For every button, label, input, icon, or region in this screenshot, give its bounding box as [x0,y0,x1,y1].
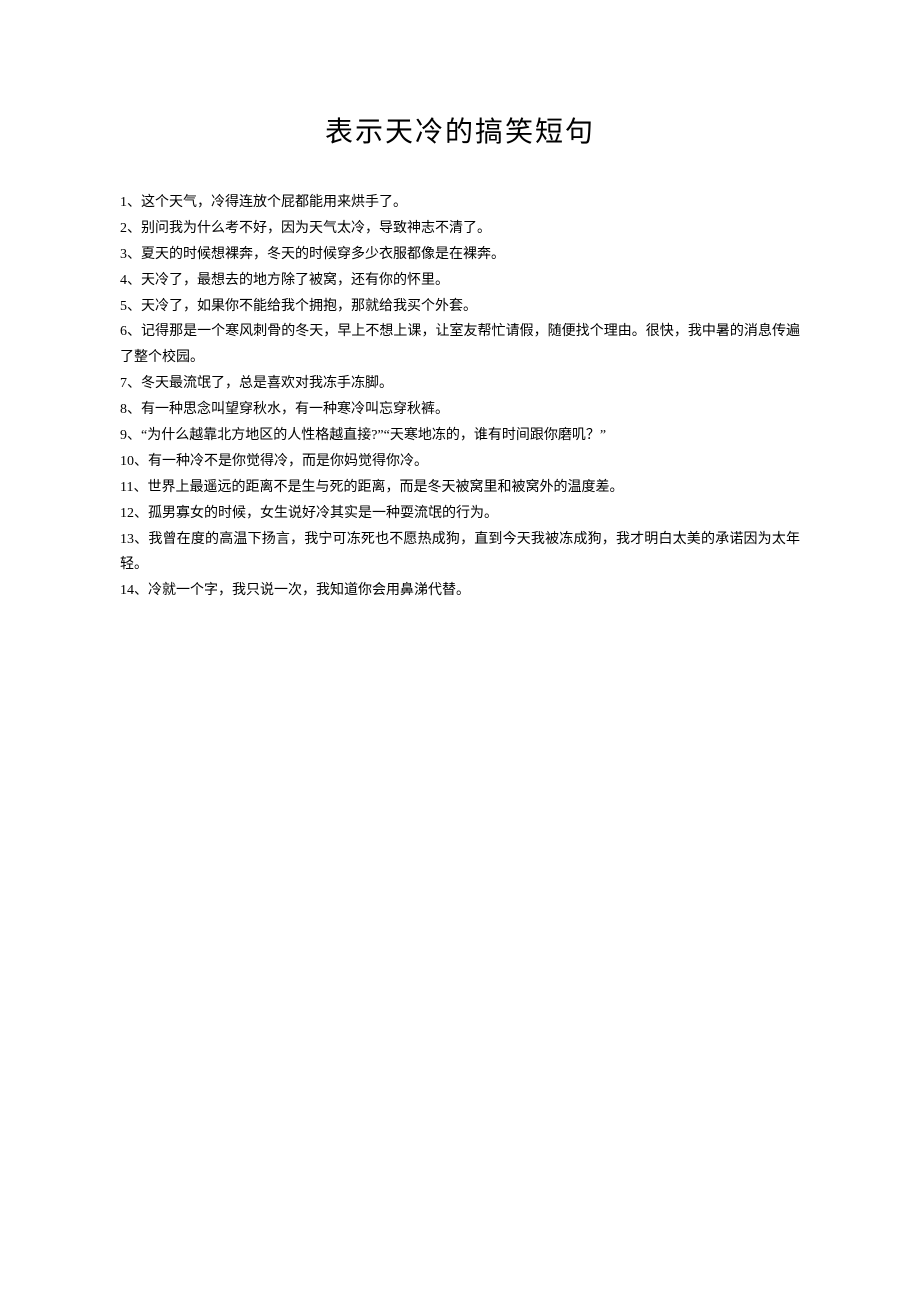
list-item: 3、夏天的时候想裸奔，冬天的时候穿多少衣服都像是在裸奔。 [120,242,800,268]
list-item: 12、孤男寡女的时候，女生说好冷其实是一种耍流氓的行为。 [120,501,800,527]
list-item: 14、冷就一个字，我只说一次，我知道你会用鼻涕代替。 [120,578,800,604]
list-item: 6、记得那是一个寒风刺骨的冬天，早上不想上课，让室友帮忙请假，随便找个理由。很快… [120,319,800,371]
list-item: 13、我曾在度的高温下扬言，我宁可冻死也不愿热成狗，直到今天我被冻成狗，我才明白… [120,527,800,579]
document-title: 表示天冷的搞笑短句 [120,110,800,150]
list-item: 4、天冷了，最想去的地方除了被窝，还有你的怀里。 [120,268,800,294]
list-item: 1、这个天气，冷得连放个屁都能用来烘手了。 [120,190,800,216]
list-item: 8、有一种思念叫望穿秋水，有一种寒冷叫忘穿秋裤。 [120,397,800,423]
list-item: 11、世界上最遥远的距离不是生与死的距离，而是冬天被窝里和被窝外的温度差。 [120,475,800,501]
list-item: 9、“为什么越靠北方地区的人性格越直接?”“天寒地冻的，谁有时间跟你磨叽？” [120,423,800,449]
list-item: 7、冬天最流氓了，总是喜欢对我冻手冻脚。 [120,371,800,397]
list-item: 5、天冷了，如果你不能给我个拥抱，那就给我买个外套。 [120,294,800,320]
document-content: 1、这个天气，冷得连放个屁都能用来烘手了。 2、别问我为什么考不好，因为天气太冷… [120,190,800,604]
list-item: 10、有一种冷不是你觉得冷，而是你妈觉得你冷。 [120,449,800,475]
list-item: 2、别问我为什么考不好，因为天气太冷，导致神志不清了。 [120,216,800,242]
